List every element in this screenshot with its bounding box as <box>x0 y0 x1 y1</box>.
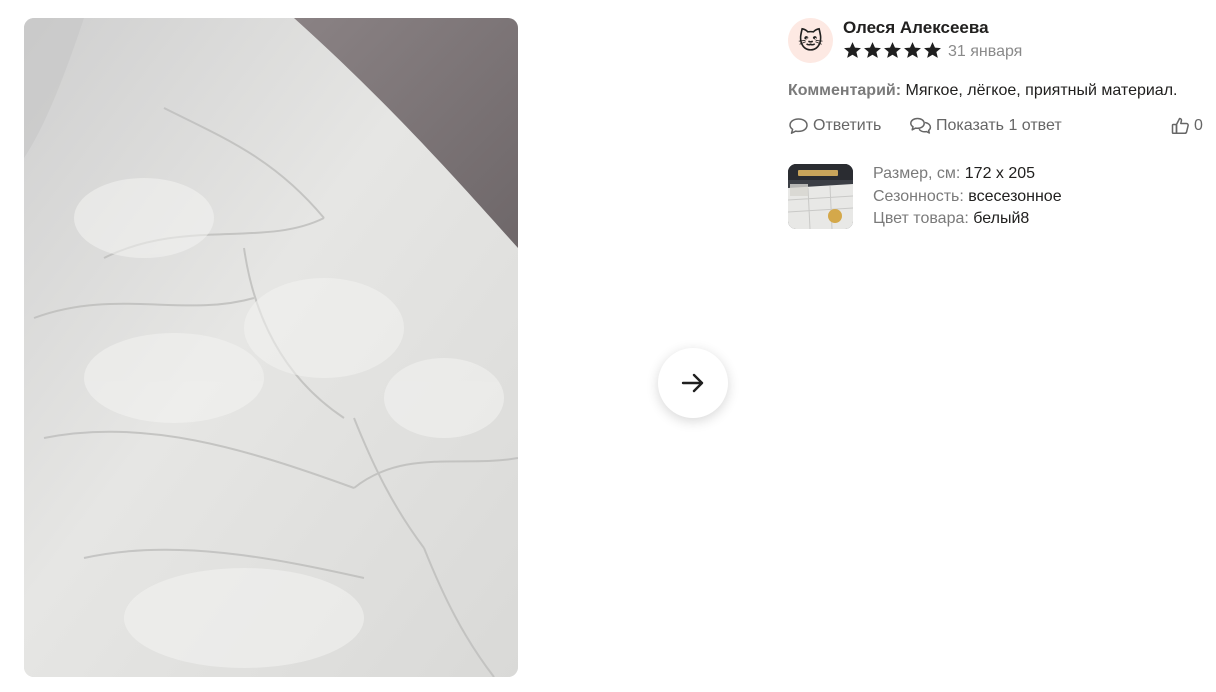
review-photo[interactable] <box>24 18 518 677</box>
star-icon <box>924 42 941 58</box>
star-icon <box>864 42 881 58</box>
property-size-label: Размер, см: <box>873 165 961 182</box>
property-season: Сезонность: всесезонное <box>873 186 1062 209</box>
product-thumbnail[interactable] <box>788 164 853 229</box>
like-button[interactable]: 0 <box>1171 115 1203 137</box>
next-photo-button[interactable] <box>658 348 728 418</box>
comment-label: Комментарий: <box>788 82 902 99</box>
review-date: 31 января <box>948 43 1023 60</box>
author-name: Олеся Алексеева <box>843 18 989 37</box>
star-icon <box>844 42 861 58</box>
review-photo-image <box>24 18 518 677</box>
speech-bubble-icon <box>789 118 808 134</box>
property-color-label: Цвет товара: <box>873 210 969 227</box>
thumbs-up-icon <box>1171 117 1189 135</box>
property-color-value: белый8 <box>973 210 1030 227</box>
avatar-emoji: 🐱 <box>797 26 824 55</box>
likes-count: 0 <box>1194 117 1203 134</box>
property-size: Размер, см: 172 x 205 <box>873 163 1062 186</box>
avatar: 🐱 <box>788 18 833 63</box>
property-season-label: Сезонность: <box>873 187 964 205</box>
rating-stars <box>843 41 942 60</box>
product-properties: Размер, см: 172 x 205 Сезонность: всесез… <box>873 163 1062 231</box>
product-thumbnail-image <box>788 164 853 229</box>
two-speech-bubbles-icon <box>910 117 932 134</box>
review-actions: Ответить Показать 1 ответ 0 <box>788 115 1208 137</box>
star-icon <box>884 42 901 58</box>
property-color: Цвет товара: белый8 <box>873 208 1062 231</box>
review-comment: Комментарий: Мягкое, лёгкое, приятный ма… <box>788 80 1177 102</box>
reply-button[interactable]: Ответить <box>788 115 881 137</box>
show-replies-label: Показать 1 ответ <box>936 117 1062 134</box>
comment-text: Мягкое, лёгкое, приятный материал. <box>905 82 1178 99</box>
star-icon <box>904 42 921 58</box>
property-size-value: 172 x 205 <box>964 165 1036 182</box>
reply-label: Ответить <box>813 117 882 134</box>
show-replies-button[interactable]: Показать 1 ответ <box>909 115 1062 137</box>
arrow-right-icon <box>681 373 704 393</box>
property-season-value: всесезонное <box>968 187 1062 205</box>
